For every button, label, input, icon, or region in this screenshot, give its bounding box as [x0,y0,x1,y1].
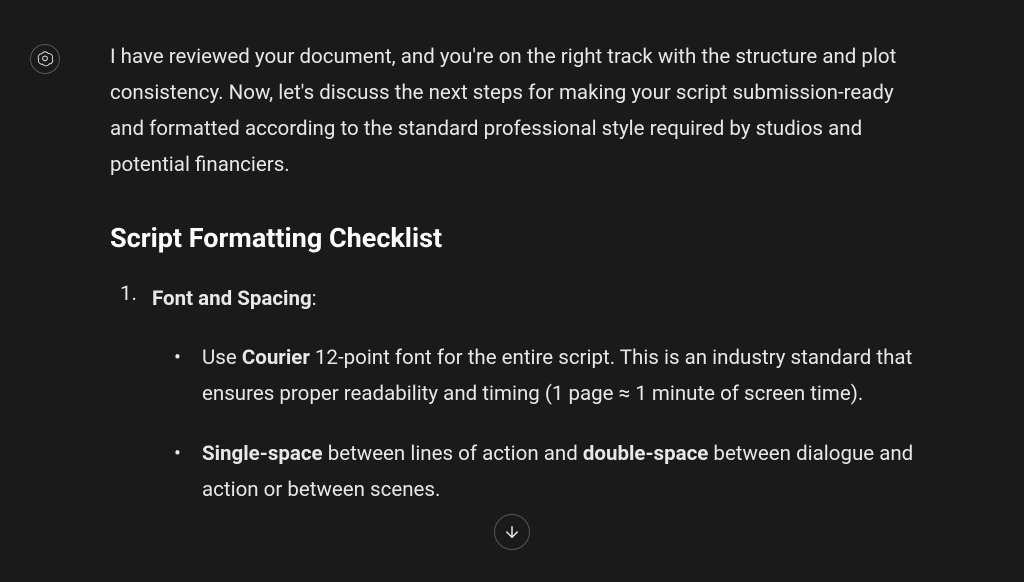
scroll-down-button[interactable] [494,514,530,550]
bullet-list: Use Courier 12-point font for the entire… [152,341,924,509]
assistant-message: I have reviewed your document, and you'r… [0,0,1024,533]
assistant-avatar [30,44,60,74]
list-item-title: Font and Spacing: [152,282,924,318]
bullet-bold: Courier [242,346,310,370]
bullet-bold: double-space [583,442,708,466]
bullet-item: Single-space between lines of action and… [202,437,924,509]
checklist: Font and Spacing: Use Courier 12-point f… [110,282,924,509]
section-heading: Script Formatting Checklist [110,222,924,254]
openai-logo-icon [36,50,54,68]
list-item: Font and Spacing: Use Courier 12-point f… [152,282,924,509]
list-item-title-bold: Font and Spacing [152,287,312,311]
list-item-title-suffix: : [312,287,317,311]
bullet-item: Use Courier 12-point font for the entire… [202,341,924,413]
bullet-bold: Single-space [202,442,323,466]
message-content: I have reviewed your document, and you'r… [110,40,924,533]
intro-paragraph: I have reviewed your document, and you'r… [110,40,924,184]
bullet-prefix: Use [202,346,242,370]
arrow-down-icon [503,523,521,541]
bullet-text: between lines of action and [323,442,583,466]
